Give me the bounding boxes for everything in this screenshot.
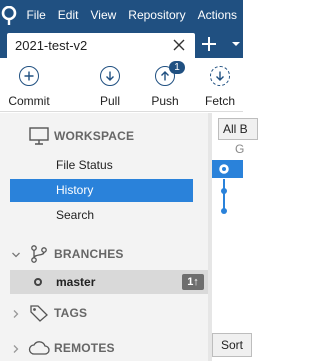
branch-row-master[interactable]: master 1↑ (10, 270, 208, 294)
ahead-count-badge: 1↑ (182, 274, 204, 290)
workspace-label: WORKSPACE (54, 129, 135, 143)
push-button[interactable]: 1 Push (138, 61, 192, 112)
fetch-circle-icon (210, 66, 230, 86)
monitor-icon (28, 126, 50, 146)
menu-repository[interactable]: Repository (122, 0, 191, 31)
plus-circle-icon (19, 66, 39, 86)
repository-tab[interactable]: 2021-test-v2 (7, 33, 195, 58)
pull-button[interactable]: Pull (83, 66, 137, 112)
sourcetree-logo-icon (0, 0, 18, 31)
commit-button[interactable]: Commit (2, 66, 56, 112)
title-bar: File Edit View Repository Actions (0, 0, 243, 31)
arrow-down-circle-icon (100, 66, 120, 86)
remotes-label: REMOTES (54, 341, 115, 355)
workspace-section-header[interactable]: WORKSPACE (0, 123, 208, 149)
fetch-label: Fetch (204, 94, 235, 108)
chevron-right-icon[interactable] (11, 308, 21, 318)
push-count-badge: 1 (169, 61, 185, 74)
chevron-right-icon[interactable] (11, 343, 21, 353)
tag-icon (28, 303, 50, 323)
tags-label: TAGS (54, 306, 88, 320)
commit-node (221, 208, 227, 214)
branches-section-header[interactable]: BRANCHES (0, 241, 208, 267)
tags-section-header[interactable]: TAGS (0, 300, 208, 326)
tab-title: 2021-test-v2 (15, 38, 88, 53)
pull-label: Pull (99, 94, 120, 108)
sidebar-item-search[interactable]: Search (10, 204, 193, 227)
menu-edit[interactable]: Edit (52, 0, 85, 31)
sidebar-item-file-status[interactable]: File Status (10, 154, 193, 177)
history-panel: All B G Sort (212, 113, 258, 361)
remotes-section-header[interactable]: REMOTES (0, 335, 208, 361)
arrow-up-circle-icon: 1 (155, 61, 185, 86)
commit-label: Commit (8, 94, 50, 108)
menu-view[interactable]: View (84, 0, 122, 31)
current-branch-icon (34, 278, 42, 286)
sort-dropdown[interactable]: Sort (212, 333, 252, 357)
chevron-down-icon[interactable] (229, 36, 243, 52)
toolbar: Commit Pull 1 Push Fetch (0, 58, 243, 112)
menu-actions[interactable]: Actions (192, 0, 243, 31)
branches-label: BRANCHES (54, 247, 124, 261)
commit-node-current-center (222, 167, 226, 171)
push-label: Push (151, 94, 179, 108)
branch-filter-dropdown[interactable]: All B (218, 118, 258, 140)
chevron-down-icon[interactable] (11, 249, 21, 259)
close-icon[interactable] (171, 37, 187, 53)
commit-graph (219, 164, 229, 214)
sidebar: WORKSPACE File Status History Search BRA… (0, 113, 208, 361)
add-tab-icon[interactable] (199, 34, 219, 54)
branch-icon (28, 244, 50, 264)
commit-node (221, 188, 227, 194)
sidebar-item-history[interactable]: History (10, 179, 193, 202)
menu-file[interactable]: File (18, 0, 51, 31)
tab-bar: 2021-test-v2 (0, 31, 243, 58)
fetch-button[interactable]: Fetch (193, 66, 247, 112)
cloud-icon (28, 338, 50, 358)
branch-name: master (56, 275, 96, 289)
